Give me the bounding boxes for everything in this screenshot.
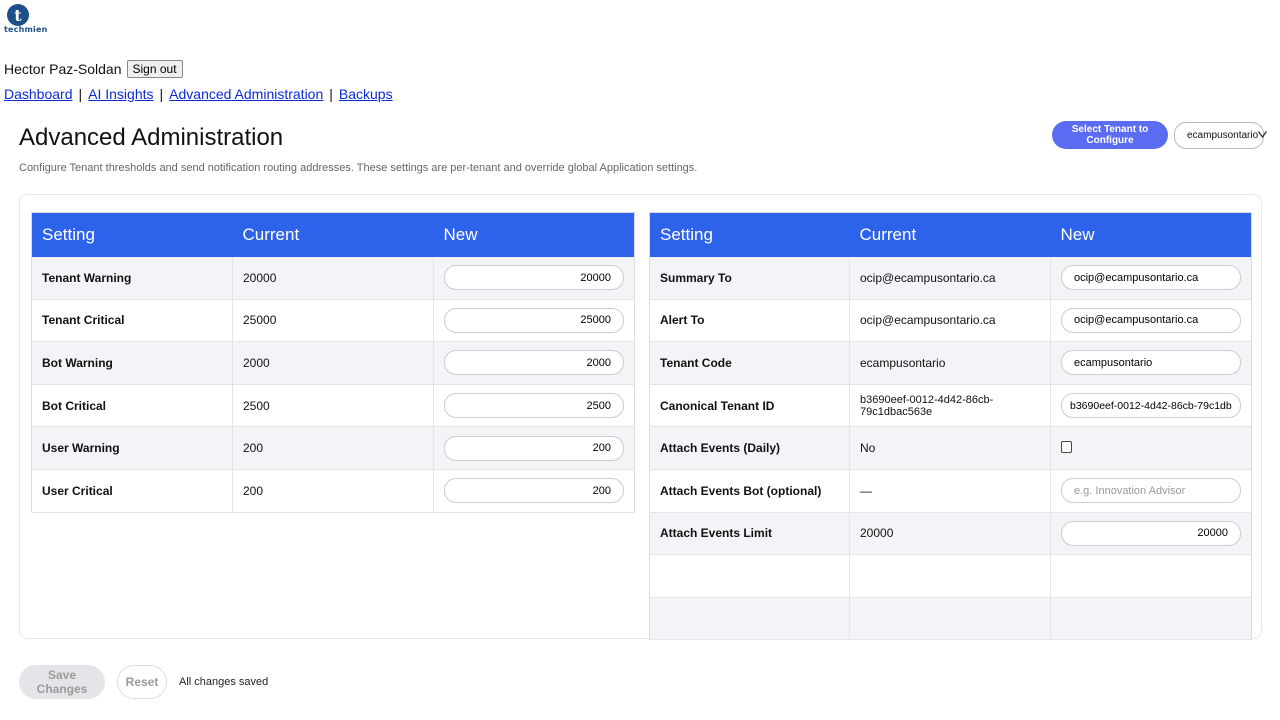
user-warning-input[interactable] bbox=[444, 435, 624, 461]
nav-separator: | bbox=[329, 86, 333, 102]
current-value: 200 bbox=[232, 469, 434, 513]
current-value: ocip@ecampusontario.ca bbox=[849, 299, 1051, 343]
table-row: Attach Events Bot (optional) — bbox=[649, 469, 1252, 513]
table-row: Attach Events Limit 20000 bbox=[649, 512, 1252, 556]
column-header: New bbox=[1050, 212, 1252, 257]
table-row: Attach Events (Daily) No bbox=[649, 426, 1252, 470]
attach-events-limit-input[interactable] bbox=[1061, 520, 1241, 546]
bot-critical-input[interactable] bbox=[444, 393, 624, 419]
save-status: All changes saved bbox=[179, 676, 269, 688]
empty-cell bbox=[849, 597, 1051, 641]
techmien-logo-icon: t bbox=[7, 4, 29, 26]
current-value: 2000 bbox=[232, 341, 434, 385]
table-row bbox=[649, 597, 1252, 641]
alert-to-input[interactable] bbox=[1061, 307, 1241, 333]
current-value: 20000 bbox=[849, 512, 1051, 556]
chevron-down-icon bbox=[1258, 130, 1268, 141]
setting-name: Alert To bbox=[649, 299, 850, 343]
nav-separator: | bbox=[78, 86, 83, 102]
table-row: Bot Warning 2000 bbox=[31, 341, 635, 385]
setting-name: Bot Critical bbox=[31, 384, 233, 428]
column-header: Setting bbox=[649, 212, 850, 257]
table-header-row: Setting Current New bbox=[31, 212, 635, 257]
nav-link-advanced-administration[interactable]: Advanced Administration bbox=[169, 86, 323, 102]
empty-cell bbox=[1050, 597, 1252, 641]
reset-button[interactable]: Reset bbox=[117, 665, 167, 699]
setting-name: User Critical bbox=[31, 469, 233, 513]
tenant-select[interactable]: ecampusontario bbox=[1174, 122, 1268, 149]
current-value: 2500 bbox=[232, 384, 434, 428]
column-header: New bbox=[433, 212, 635, 257]
current-value: ecampusontario bbox=[849, 341, 1051, 385]
nav-link-dashboard[interactable]: Dashboard bbox=[4, 86, 73, 102]
current-value: b3690eef-0012-4d42-86cb-79c1dbac563e bbox=[849, 384, 1051, 428]
current-value: — bbox=[849, 469, 1051, 513]
setting-name: Attach Events Bot (optional) bbox=[649, 469, 850, 513]
brand-name: techmien bbox=[4, 25, 48, 34]
table-header-row: Setting Current New bbox=[649, 212, 1252, 257]
setting-name: Bot Warning bbox=[31, 341, 233, 385]
empty-cell bbox=[849, 554, 1051, 598]
column-header: Current bbox=[849, 212, 1051, 257]
tenant-critical-input[interactable] bbox=[444, 307, 624, 333]
table-row: Tenant Warning 20000 bbox=[31, 256, 635, 300]
setting-name: Summary To bbox=[649, 256, 850, 300]
attach-events-daily-checkbox[interactable] bbox=[1061, 440, 1072, 453]
bot-warning-input[interactable] bbox=[444, 350, 624, 376]
column-header: Setting bbox=[31, 212, 233, 257]
table-row: Summary To ocip@ecampusontario.ca bbox=[649, 256, 1252, 300]
nav-link-backups[interactable]: Backups bbox=[339, 86, 393, 102]
nav-separator: | bbox=[159, 86, 164, 102]
table-row bbox=[649, 554, 1252, 598]
table-row: Bot Critical 2500 bbox=[31, 384, 635, 428]
settings-panel: Setting Current New Tenant Warning 20000… bbox=[19, 194, 1262, 641]
save-changes-button[interactable]: Save Changes bbox=[19, 665, 105, 699]
setting-name: Attach Events Limit bbox=[649, 512, 850, 556]
table-row: Tenant Code ecampusontario bbox=[649, 341, 1252, 385]
notification-table: Setting Current New Summary To ocip@ecam… bbox=[649, 212, 1252, 641]
table-row: Alert To ocip@ecampusontario.ca bbox=[649, 299, 1252, 343]
brand-logo: t techmien bbox=[4, 4, 48, 34]
setting-name: Tenant Warning bbox=[31, 256, 233, 300]
empty-cell bbox=[1050, 554, 1252, 598]
threshold-table: Setting Current New Tenant Warning 20000… bbox=[31, 212, 635, 513]
page-title: Advanced Administration bbox=[19, 124, 284, 151]
main-nav: Dashboard | AI Insights | Advanced Admin… bbox=[4, 86, 393, 102]
column-header: Current bbox=[232, 212, 434, 257]
select-tenant-button[interactable]: Select Tenant to Configure bbox=[1052, 121, 1168, 149]
summary-to-input[interactable] bbox=[1061, 265, 1241, 291]
current-value: 20000 bbox=[232, 256, 434, 300]
attach-events-bot-input[interactable] bbox=[1061, 478, 1241, 504]
user-name: Hector Paz-Soldan bbox=[4, 61, 122, 77]
tenant-code-input[interactable] bbox=[1061, 350, 1241, 376]
page-description: Configure Tenant thresholds and send not… bbox=[19, 162, 698, 174]
setting-name: Tenant Critical bbox=[31, 299, 233, 343]
current-value: 200 bbox=[232, 426, 434, 470]
tenant-select-value: ecampusontario bbox=[1187, 130, 1259, 141]
table-row: Canonical Tenant ID b3690eef-0012-4d42-8… bbox=[649, 384, 1252, 428]
empty-cell bbox=[649, 554, 850, 598]
canonical-tenant-id-input[interactable] bbox=[1061, 393, 1241, 419]
setting-name: Canonical Tenant ID bbox=[649, 384, 850, 428]
sign-out-button[interactable]: Sign out bbox=[126, 60, 183, 78]
empty-cell bbox=[649, 597, 850, 641]
setting-name: Attach Events (Daily) bbox=[649, 426, 850, 470]
user-bar: Hector Paz-Soldan Sign out bbox=[4, 60, 183, 78]
tenant-warning-input[interactable] bbox=[444, 265, 624, 291]
table-row: User Critical 200 bbox=[31, 469, 635, 513]
user-critical-input[interactable] bbox=[444, 478, 624, 504]
action-bar: Save Changes Reset All changes saved bbox=[19, 665, 268, 699]
table-row: User Warning 200 bbox=[31, 426, 635, 470]
current-value: No bbox=[849, 426, 1051, 470]
current-value: ocip@ecampusontario.ca bbox=[849, 256, 1051, 300]
current-value: 25000 bbox=[232, 299, 434, 343]
setting-name: Tenant Code bbox=[649, 341, 850, 385]
nav-link-ai-insights[interactable]: AI Insights bbox=[88, 86, 153, 102]
setting-name: User Warning bbox=[31, 426, 233, 470]
table-row: Tenant Critical 25000 bbox=[31, 299, 635, 343]
